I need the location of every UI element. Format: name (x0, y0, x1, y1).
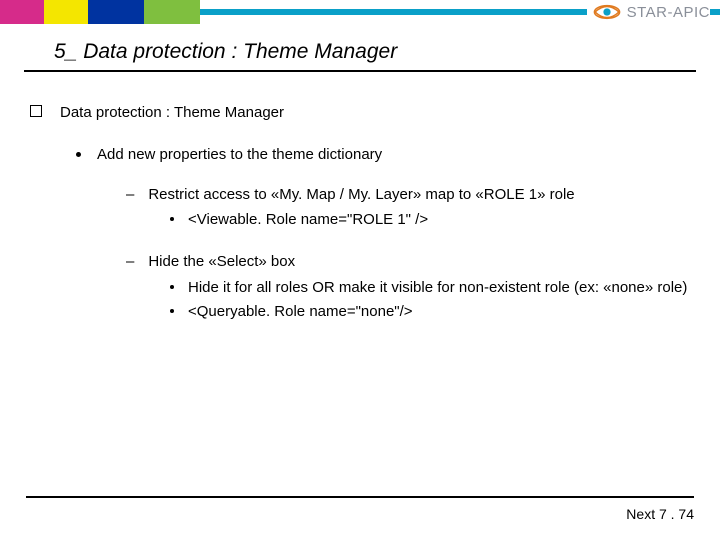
restrict-code: <Viewable. Role name="ROLE 1" /> (188, 209, 428, 231)
band-segment-blue (88, 0, 144, 24)
dot-bullet-icon (170, 309, 174, 313)
bullet-level-4: Hide it for all roles OR make it visible… (170, 277, 690, 299)
band-segment-yellow (44, 0, 88, 24)
spacer (30, 233, 690, 247)
bullet-level-3: – Hide the «Select» box (126, 251, 690, 273)
footer-text: Next 7 . 74 (626, 506, 694, 522)
bullet-sub-text: Add new properties to the theme dictiona… (97, 144, 382, 166)
hide-detail: Hide it for all roles OR make it visible… (188, 277, 687, 299)
hide-line: Hide the «Select» box (148, 251, 295, 273)
bullet-level-3: – Restrict access to «My. Map / My. Laye… (126, 184, 690, 206)
dash-bullet-icon: – (126, 251, 134, 273)
square-bullet-icon (30, 105, 42, 117)
hide-code: <Queryable. Role name="none"/> (188, 301, 413, 323)
bullet-main-text: Data protection : Theme Manager (60, 102, 284, 124)
title-area: 5_ Data protection : Theme Manager (0, 40, 720, 72)
footer-rule (26, 496, 694, 498)
slide: STAR-APIC 5_ Data protection : Theme Man… (0, 0, 720, 540)
eye-icon (593, 3, 621, 21)
band-segment-green (144, 0, 200, 24)
dot-bullet-icon (170, 217, 174, 221)
bullet-level-1: Data protection : Theme Manager (30, 102, 690, 124)
slide-title: 5_ Data protection : Theme Manager (0, 40, 720, 70)
bullet-level-4: <Viewable. Role name="ROLE 1" /> (170, 209, 690, 231)
slide-body: Data protection : Theme Manager Add new … (0, 72, 720, 322)
restrict-line: Restrict access to «My. Map / My. Layer»… (148, 184, 574, 206)
dot-bullet-icon (170, 285, 174, 289)
bullet-level-2: Add new properties to the theme dictiona… (76, 144, 690, 166)
band-segment-magenta (0, 0, 44, 24)
brand-logo: STAR-APIC (587, 0, 710, 24)
dash-bullet-icon: – (126, 184, 134, 206)
bullet-level-4: <Queryable. Role name="none"/> (170, 301, 690, 323)
brand-name: STAR-APIC (627, 4, 710, 21)
dot-bullet-icon (76, 152, 81, 157)
